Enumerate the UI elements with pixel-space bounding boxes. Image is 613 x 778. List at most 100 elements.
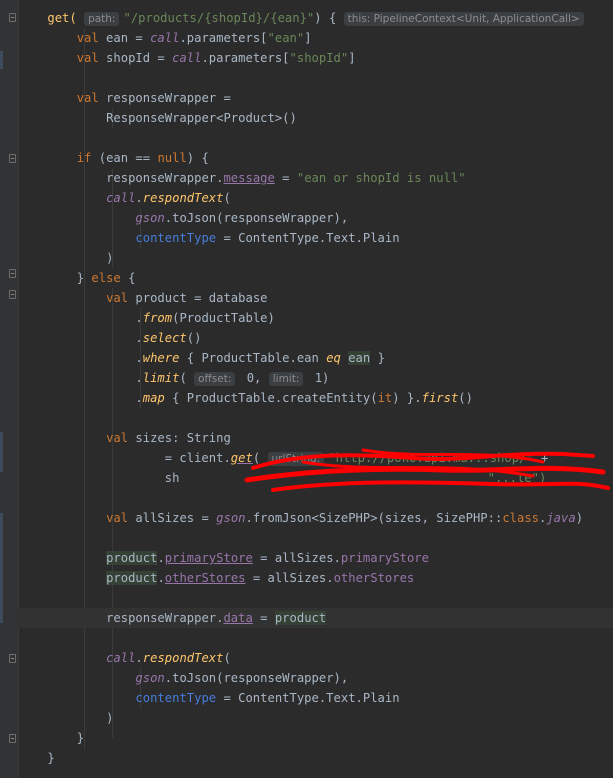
code-line[interactable]: .limit( offset: 0, limit: 1) bbox=[18, 368, 613, 388]
code-token: primaryStore bbox=[340, 551, 429, 565]
code-line[interactable]: contentType = ContentType.Text.Plain bbox=[18, 228, 613, 248]
code-token: = ContentType.Text.Plain bbox=[216, 691, 400, 705]
code-token: { bbox=[120, 271, 136, 285]
code-token: shopId = bbox=[98, 51, 173, 65]
code-token: = client. bbox=[164, 451, 231, 465]
change-marker bbox=[0, 432, 3, 472]
code-line[interactable]: contentType = ContentType.Text.Plain bbox=[18, 688, 613, 708]
code-token: ) bbox=[575, 511, 584, 525]
code-token: = ContentType.Text.Plain bbox=[216, 231, 400, 245]
code-line[interactable]: call.respondText( bbox=[18, 188, 613, 208]
code-token: eq bbox=[326, 351, 341, 365]
code-line[interactable]: get( path: "/products/{shopId}/{ean}") { … bbox=[18, 8, 613, 28]
code-line[interactable]: val shopId = call.parameters["shopId"] bbox=[18, 48, 613, 68]
code-token: } bbox=[47, 751, 55, 765]
parameter-hint: offset: bbox=[194, 372, 236, 386]
code-token: message bbox=[223, 171, 275, 185]
code-token: otherStores bbox=[164, 571, 246, 585]
code-line[interactable]: gson.toJson(responseWrapper), bbox=[18, 208, 613, 228]
code-token: (ProductTable) bbox=[172, 311, 275, 325]
code-token: "ean or shopId is null" bbox=[296, 171, 466, 185]
code-line[interactable]: call.respondText( bbox=[18, 648, 613, 668]
fold-icon[interactable] bbox=[9, 734, 16, 743]
code-token: otherStores bbox=[333, 571, 415, 585]
code-token: ] bbox=[348, 51, 356, 65]
code-token: gson bbox=[216, 511, 246, 525]
code-token: .toJson(responseWrapper), bbox=[164, 211, 349, 225]
code-token: respondText bbox=[142, 191, 224, 205]
code-token: . bbox=[135, 331, 143, 345]
code-token: val bbox=[76, 51, 99, 65]
code-token: ( bbox=[223, 191, 231, 205]
fold-icon[interactable] bbox=[9, 269, 16, 278]
code-token: ResponseWrapper<Product>() bbox=[106, 111, 297, 125]
code-line[interactable]: ResponseWrapper<Product>() bbox=[18, 108, 613, 128]
code-token: val bbox=[106, 291, 129, 305]
code-token: "ean" bbox=[267, 31, 305, 45]
code-token: from bbox=[142, 311, 173, 325]
code-line[interactable]: val responseWrapper = bbox=[18, 88, 613, 108]
parameter-hint: path: bbox=[84, 12, 120, 26]
code-line[interactable]: .from(ProductTable) bbox=[18, 308, 613, 328]
code-token: sizes: String bbox=[128, 431, 231, 445]
code-token: .fromJson<SizePHP>(sizes, SizePHP:: bbox=[245, 511, 503, 525]
code-line[interactable]: product.primaryStore = allSizes.primaryS… bbox=[18, 548, 613, 568]
code-line[interactable]: ) bbox=[18, 248, 613, 268]
code-token: 0, bbox=[239, 371, 269, 385]
code-line[interactable]: } else { bbox=[18, 268, 613, 288]
fold-icon[interactable] bbox=[9, 154, 16, 163]
code-token: map bbox=[142, 391, 165, 405]
code-token: . bbox=[157, 571, 165, 585]
fold-icon[interactable] bbox=[9, 13, 16, 22]
code-token: product bbox=[106, 571, 158, 585]
code-token: java bbox=[546, 511, 576, 525]
code-line[interactable]: val allSizes = gson.fromJson<SizePHP>(si… bbox=[18, 508, 613, 528]
code-token: class bbox=[502, 511, 539, 525]
code-token: val bbox=[106, 511, 129, 525]
code-line[interactable]: .where { ProductTable.ean eq ean } bbox=[18, 348, 613, 368]
code-token: where bbox=[142, 351, 180, 365]
code-token: } bbox=[76, 271, 92, 285]
code-token: call bbox=[106, 651, 136, 665]
code-token: first bbox=[421, 391, 459, 405]
code-token: { ProductTable.ean bbox=[179, 351, 327, 365]
receiver-hint: this: PipelineContext<Unit, ApplicationC… bbox=[343, 12, 584, 26]
code-token: it bbox=[377, 391, 393, 405]
code-line[interactable]: product.otherStores = allSizes.otherStor… bbox=[18, 568, 613, 588]
code-token: product bbox=[274, 611, 327, 625]
code-token: } bbox=[76, 731, 85, 745]
code-line[interactable]: .select() bbox=[18, 328, 613, 348]
code-token: val bbox=[76, 91, 99, 105]
code-line[interactable]: gson.toJson(responseWrapper), bbox=[18, 668, 613, 688]
code-token: respondText bbox=[142, 651, 224, 665]
code-line-current[interactable]: responseWrapper.data = product bbox=[18, 608, 613, 628]
code-token: responseWrapper. bbox=[106, 171, 224, 185]
code-line[interactable]: } bbox=[18, 748, 613, 768]
code-line[interactable]: val product = database bbox=[18, 288, 613, 308]
code-line[interactable]: val ean = call.parameters["ean"] bbox=[18, 28, 613, 48]
code-token: ean = bbox=[98, 31, 151, 45]
code-token: { ProductTable.createEntity( bbox=[164, 391, 378, 405]
code-line[interactable]: responseWrapper.message = "ean or shopId… bbox=[18, 168, 613, 188]
code-line[interactable]: ) bbox=[18, 708, 613, 728]
code-editor[interactable]: get( path: "/products/{shopId}/{ean}") { … bbox=[18, 0, 613, 778]
code-token: ( bbox=[179, 371, 187, 385]
code-token: ) }. bbox=[392, 391, 422, 405]
code-line[interactable]: if (ean == null) { bbox=[18, 148, 613, 168]
code-token: ean bbox=[348, 351, 371, 365]
code-line[interactable]: } bbox=[18, 728, 613, 748]
fold-icon[interactable] bbox=[9, 290, 16, 299]
fold-icon[interactable] bbox=[9, 654, 16, 663]
code-token: () bbox=[458, 391, 473, 405]
code-token: 1) bbox=[307, 371, 330, 385]
code-token: . bbox=[135, 311, 143, 325]
change-marker bbox=[0, 513, 3, 623]
code-token: ( bbox=[223, 651, 231, 665]
code-line[interactable]: .map { ProductTable.createEntity(it) }.f… bbox=[18, 388, 613, 408]
change-marker bbox=[0, 51, 3, 69]
code-token: .parameters[ bbox=[201, 51, 290, 65]
code-token: if bbox=[76, 151, 92, 165]
code-token: = database bbox=[186, 291, 268, 305]
editor-gutter bbox=[0, 0, 19, 778]
code-token: val bbox=[106, 431, 129, 445]
